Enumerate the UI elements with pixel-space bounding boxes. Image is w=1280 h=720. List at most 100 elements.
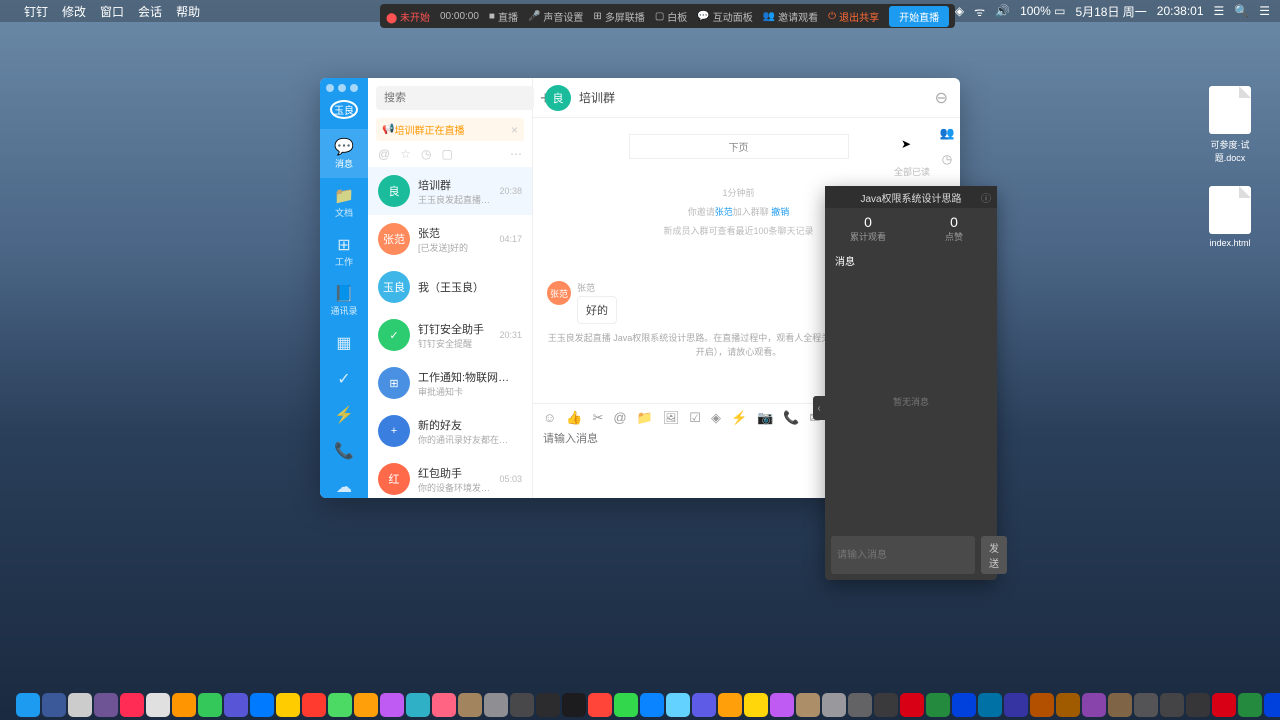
task-icon[interactable]: ☑: [689, 410, 701, 426]
conversation-item[interactable]: + 新的好友你的通讯录好友都在用...: [368, 407, 532, 455]
chat-members-icon[interactable]: 👥: [940, 126, 955, 140]
dock-app[interactable]: [1264, 693, 1280, 717]
dock-app[interactable]: [302, 693, 326, 717]
live-invite[interactable]: 👥 邀请观看: [763, 9, 818, 24]
dock-app[interactable]: [120, 693, 144, 717]
live-banner[interactable]: 📢 培训群正在直播×: [376, 118, 524, 141]
volume-icon[interactable]: 🔊: [995, 4, 1010, 18]
dock-app[interactable]: [406, 693, 430, 717]
call-icon[interactable]: 📞: [783, 410, 799, 426]
collapse-handle[interactable]: ‹: [813, 396, 825, 420]
conversation-item[interactable]: 红 红包助手你的设备环境发生变化... 05:03: [368, 455, 532, 498]
control-center-icon[interactable]: ☰: [1214, 4, 1225, 18]
dock-app[interactable]: [380, 693, 404, 717]
dock-app[interactable]: [94, 693, 118, 717]
dock-app[interactable]: [16, 693, 40, 717]
dock-app[interactable]: [952, 693, 976, 717]
dock-app[interactable]: [1004, 693, 1028, 717]
desktop-file-html[interactable]: index.html: [1200, 186, 1260, 248]
scissors-icon[interactable]: ✂: [592, 410, 603, 426]
nav-work[interactable]: ⊞工作: [320, 227, 368, 276]
dock-app[interactable]: [328, 693, 352, 717]
dock-app[interactable]: [614, 693, 638, 717]
message-avatar[interactable]: 张范: [547, 281, 571, 305]
live-start-button[interactable]: 开始直播: [889, 6, 949, 27]
conversation-item[interactable]: 玉良 我（王玉良）: [368, 263, 532, 311]
dock-app[interactable]: [198, 693, 222, 717]
conversation-item[interactable]: ⊞ 工作通知:物联网开发审批通知卡: [368, 359, 532, 407]
info-icon[interactable]: ⓘ: [981, 190, 991, 205]
dock-app[interactable]: [718, 693, 742, 717]
live-tab-messages[interactable]: 消息: [825, 249, 997, 272]
dock-app[interactable]: [666, 693, 690, 717]
user-avatar[interactable]: 玉良: [330, 100, 358, 119]
dock-app[interactable]: [1160, 693, 1184, 717]
nav-task[interactable]: ✓: [334, 361, 354, 397]
nav-call[interactable]: 📞: [334, 433, 354, 469]
menu-session[interactable]: 会话: [138, 3, 162, 20]
dock-app[interactable]: [1186, 693, 1210, 717]
nav-calendar[interactable]: ▦: [334, 325, 354, 361]
dock-app[interactable]: [354, 693, 378, 717]
camera-icon[interactable]: 📷: [757, 410, 773, 426]
chat-more-icon[interactable]: ⊖: [935, 88, 948, 108]
menu-edit[interactable]: 修改: [62, 3, 86, 20]
conversation-item[interactable]: 良 培训群王玉良发起直播：Java... 20:38: [368, 167, 532, 215]
dock-app[interactable]: [510, 693, 534, 717]
desktop-file-docx[interactable]: 可参度·试题.docx: [1200, 86, 1260, 164]
dock-app[interactable]: [744, 693, 768, 717]
filter-more[interactable]: ⋯: [510, 147, 522, 161]
menu-help[interactable]: 帮助: [176, 3, 200, 20]
menu-window[interactable]: 窗口: [100, 3, 124, 20]
dock-app[interactable]: [1030, 693, 1054, 717]
dock-app[interactable]: [224, 693, 248, 717]
dock-app[interactable]: [432, 693, 456, 717]
dock-app[interactable]: [562, 693, 586, 717]
conversation-item[interactable]: ✓ 钉钉安全助手钉钉安全提醒 20:31: [368, 311, 532, 359]
at-icon[interactable]: @: [613, 410, 626, 426]
ding-icon[interactable]: ◈: [711, 410, 721, 426]
dock-app[interactable]: [536, 693, 560, 717]
dock-app[interactable]: [978, 693, 1002, 717]
thumbs-icon[interactable]: 👍: [566, 410, 582, 426]
folder-icon[interactable]: 📁: [637, 410, 653, 426]
conversation-item[interactable]: 张范 张范[已发送]好的 04:17: [368, 215, 532, 263]
dock-app[interactable]: [68, 693, 92, 717]
live-broadcast[interactable]: ■ 直播: [489, 9, 518, 24]
filter-inbox[interactable]: ▢: [441, 147, 452, 161]
dock-app[interactable]: [1238, 693, 1262, 717]
live-audio[interactable]: 🎤 声音设置: [528, 9, 583, 24]
live-send-button[interactable]: 发送: [981, 536, 1007, 574]
dock-app[interactable]: [172, 693, 196, 717]
live-message-input[interactable]: [831, 536, 975, 574]
dock-app[interactable]: [42, 693, 66, 717]
chat-history-icon[interactable]: ◷: [942, 152, 952, 166]
flash-icon[interactable]: ⚡: [731, 410, 747, 426]
live-exit-share[interactable]: ⏻ 退出共享: [828, 9, 879, 24]
nav-messages[interactable]: 💬消息: [320, 129, 368, 178]
battery-status[interactable]: 100% ▭: [1020, 4, 1065, 18]
dock-app[interactable]: [848, 693, 872, 717]
nav-contacts[interactable]: 📘通讯录: [320, 276, 368, 325]
spotlight-icon[interactable]: 🔍: [1234, 4, 1249, 18]
close-icon[interactable]: ×: [511, 123, 518, 137]
emoji-icon[interactable]: ☺: [543, 410, 556, 426]
image-icon[interactable]: 🖼: [663, 410, 680, 426]
search-input[interactable]: [376, 86, 534, 110]
dock-app[interactable]: [926, 693, 950, 717]
dock-app[interactable]: [458, 693, 482, 717]
dock-app[interactable]: [796, 693, 820, 717]
live-multiscreen[interactable]: ⊞ 多屏联播: [593, 9, 644, 24]
dock-app[interactable]: [770, 693, 794, 717]
filter-clock[interactable]: ◷: [421, 147, 431, 161]
filter-star[interactable]: ☆: [400, 147, 411, 161]
nav-docs[interactable]: 📁文档: [320, 178, 368, 227]
dock-app[interactable]: [1056, 693, 1080, 717]
nav-cloud[interactable]: ☁: [334, 469, 354, 498]
notification-icon[interactable]: ☰: [1259, 4, 1270, 18]
dock-app[interactable]: [146, 693, 170, 717]
tray-icon[interactable]: ◈: [955, 4, 964, 18]
load-more-button[interactable]: 下页: [629, 134, 849, 159]
filter-at[interactable]: @: [378, 147, 390, 161]
dock-app[interactable]: [484, 693, 508, 717]
